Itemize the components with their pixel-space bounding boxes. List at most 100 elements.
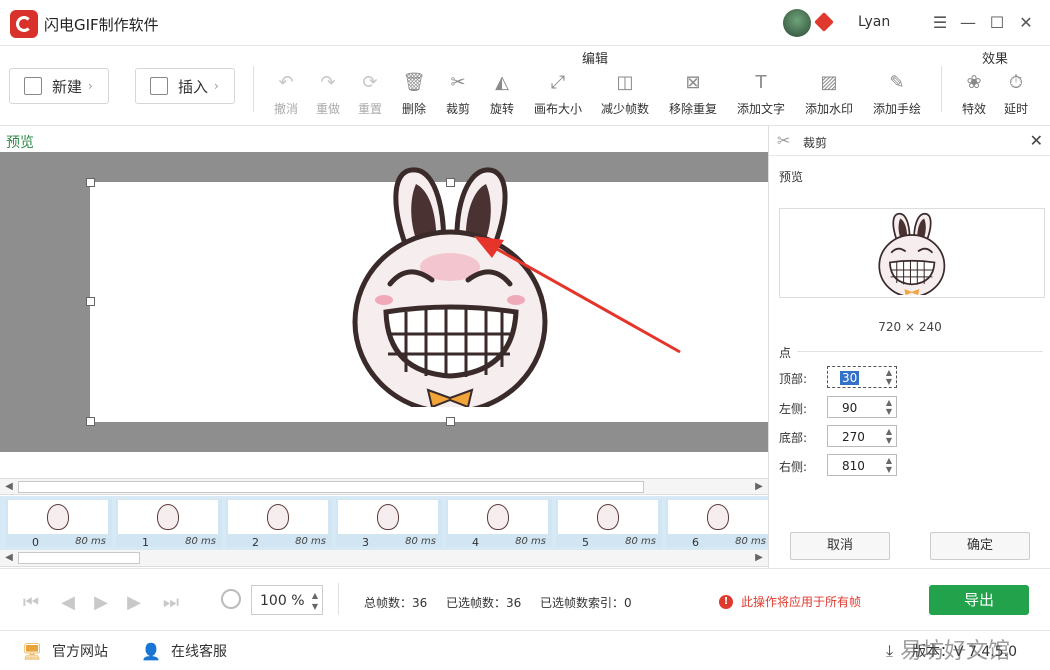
rotate-icon: ◭: [495, 71, 509, 93]
crop-handle[interactable]: [86, 178, 95, 187]
stepper-icon[interactable]: ▲ ▼: [312, 590, 318, 612]
official-website-link[interactable]: 🖥 官方网站: [22, 641, 108, 661]
app-title: 闪电GIF制作软件: [44, 16, 159, 34]
cancel-button[interactable]: 取消: [790, 532, 890, 560]
tool-reduce-frames[interactable]: ◫ 减少帧数: [601, 70, 649, 117]
stepper-icon[interactable]: ▲ ▼: [886, 368, 892, 386]
crop-preview-label: 预览: [779, 170, 804, 184]
tool-undo[interactable]: ↶ 撤消: [274, 70, 298, 117]
minimize-icon[interactable]: —: [958, 12, 978, 32]
tool-crop[interactable]: ✂ 裁剪: [446, 70, 470, 117]
scroll-left-icon[interactable]: ◀: [2, 551, 16, 565]
scroll-right-icon[interactable]: ▶: [752, 480, 766, 494]
frame-index: 0: [32, 536, 39, 549]
play-icon[interactable]: ▶: [90, 591, 112, 613]
delete-icon: 🗑: [402, 71, 426, 93]
effects-icon: ❀: [966, 71, 982, 93]
tool-label: 添加水印: [805, 102, 854, 116]
frame-index: 4: [472, 536, 479, 549]
bunny-image: [878, 212, 946, 295]
scrollbar-thumb[interactable]: [18, 552, 140, 564]
tool-canvas-size[interactable]: ⤢ 画布大小: [534, 70, 582, 117]
confirm-button[interactable]: 确定: [930, 532, 1030, 560]
frame-image: [228, 500, 328, 534]
last-frame-icon[interactable]: ⏭: [160, 591, 182, 613]
frame-image: [8, 500, 108, 534]
crop-right-input[interactable]: 810 ▲ ▼: [827, 454, 897, 476]
frame-thumbnail[interactable]: 6 80 ms: [666, 499, 768, 549]
new-button[interactable]: 新建 ›: [9, 68, 109, 104]
tool-effects[interactable]: ❀ 特效: [962, 70, 986, 117]
scroll-left-icon[interactable]: ◀: [2, 480, 16, 494]
crop-bottom-input[interactable]: 270 ▲ ▼: [827, 425, 897, 447]
frame-duration: 80 ms: [735, 536, 766, 547]
export-button[interactable]: 导出: [929, 585, 1029, 615]
preview-scrollbar[interactable]: ◀ ▶: [0, 478, 768, 495]
crop-panel: ✂ 裁剪 ✕ 预览 720 × 240 点 顶部: 30 ▲▼ 左侧: 90: [768, 126, 1050, 568]
field-label: 左侧:: [779, 402, 808, 416]
tool-delay[interactable]: ⏱ 延时: [1004, 70, 1028, 117]
tool-add-watermark[interactable]: ▨ 添加水印: [805, 70, 853, 117]
field-value: 270: [842, 430, 865, 444]
close-icon[interactable]: ✕: [1016, 12, 1036, 32]
crop-handle[interactable]: [86, 297, 95, 306]
tool-add-drawing[interactable]: ✎ 添加手绘: [873, 70, 921, 117]
menu-icon[interactable]: ☰: [930, 12, 950, 32]
frame-thumbnail[interactable]: 5 80 ms: [556, 499, 662, 549]
stepper-icon[interactable]: ▲ ▼: [886, 456, 892, 474]
insert-button[interactable]: 插入 ›: [135, 68, 235, 104]
frame-duration: 80 ms: [405, 536, 436, 547]
zoom-icon: [221, 589, 241, 609]
website-label: 官方网站: [52, 644, 108, 660]
first-frame-icon[interactable]: ⏮: [20, 591, 42, 613]
crop-right-field: 右侧: 810 ▲ ▼: [779, 454, 1049, 476]
tool-rotate[interactable]: ◭ 旋转: [490, 70, 514, 117]
scrollbar-thumb[interactable]: [18, 481, 644, 493]
selected-frame-index: 已选帧数索引：0: [540, 596, 632, 610]
tool-delete[interactable]: 🗑 删除: [402, 70, 426, 117]
frame-strip-scrollbar[interactable]: ◀ ▶: [0, 550, 768, 567]
new-button-label: 新建: [52, 77, 83, 96]
tool-remove-duplicate[interactable]: ⊠ 移除重复: [669, 70, 717, 117]
previous-frame-icon[interactable]: ◀: [57, 591, 79, 613]
username[interactable]: Lyan: [858, 14, 890, 30]
frame-thumbnail[interactable]: 1 80 ms: [116, 499, 222, 549]
frame-duration: 80 ms: [515, 536, 546, 547]
frame-thumbnail[interactable]: 0 80 ms: [6, 499, 112, 549]
tool-label: 删除: [402, 102, 427, 116]
service-label: 在线客服: [171, 644, 227, 660]
warning-message: ! 此操作将应用于所有帧: [719, 593, 861, 610]
scissors-icon: ✂: [450, 71, 466, 93]
tool-redo[interactable]: ↷ 重做: [316, 70, 340, 117]
stepper-icon[interactable]: ▲ ▼: [886, 427, 892, 445]
annotation-arrow: [474, 236, 681, 354]
frame-thumbnail[interactable]: 2 80 ms: [226, 499, 332, 549]
chevron-right-icon: ›: [214, 79, 219, 93]
maximize-icon[interactable]: ☐: [987, 12, 1007, 32]
frame-thumbnail[interactable]: 3 80 ms: [336, 499, 442, 549]
frame-thumbnail[interactable]: 4 80 ms: [446, 499, 552, 549]
tool-label: 延时: [1004, 102, 1029, 116]
crop-top-input[interactable]: 30 ▲ ▼: [827, 366, 897, 388]
stepper-icon[interactable]: ▲ ▼: [886, 398, 892, 416]
remove-duplicate-icon: ⊠: [685, 71, 701, 93]
close-icon[interactable]: ✕: [1030, 131, 1043, 150]
crop-handle[interactable]: [86, 417, 95, 426]
field-value: 810: [842, 459, 865, 473]
warning-icon: !: [719, 594, 733, 609]
scroll-right-icon[interactable]: ▶: [752, 551, 766, 565]
frame-strip: 0 80 ms 1 80 ms 2 80 ms 3 80 ms 4 80 ms …: [0, 496, 768, 550]
tool-add-text[interactable]: T 添加文字: [737, 70, 785, 117]
next-frame-icon[interactable]: ▶: [123, 591, 145, 613]
crop-handle[interactable]: [446, 417, 455, 426]
insert-icon: [150, 77, 168, 95]
tool-reset[interactable]: ⟳ 重置: [358, 70, 382, 117]
crop-left-input[interactable]: 90 ▲ ▼: [827, 396, 897, 418]
online-service-link[interactable]: 👤 在线客服: [141, 641, 227, 661]
avatar[interactable]: [783, 9, 811, 37]
playback-bar: ⏮ ◀ ▶ ▶ ⏭ 100 % ▲ ▼ 总帧数：36 已选帧数：36 已选帧数索引…: [0, 568, 1050, 630]
zoom-stepper[interactable]: 100 % ▲ ▼: [251, 585, 323, 615]
download-icon[interactable]: ⤓: [886, 641, 893, 661]
frame-duration: 80 ms: [295, 536, 326, 547]
frame-index: 5: [582, 536, 589, 549]
